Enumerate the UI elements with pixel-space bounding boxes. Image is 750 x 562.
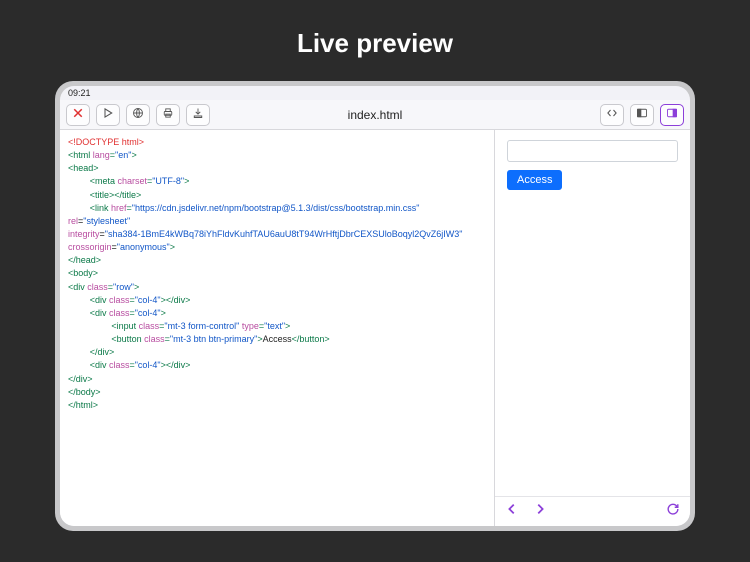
nav-forward-button[interactable] [533,502,547,521]
reload-icon [666,502,680,521]
code-editor[interactable]: <!DOCTYPE html> <html lang="en"> <head> … [60,130,494,526]
device-frame: 09:21 index.html [55,81,695,531]
code-line: <input class="mt-3 form-control" type="t… [111,321,290,331]
code-line: </html> [68,400,98,410]
code-line: <link href="https://cdn.jsdelivr.net/npm… [68,203,463,252]
nav-reload-button[interactable] [666,502,680,521]
globe-icon [132,107,144,122]
statusbar: 09:21 [60,86,690,100]
code-line: <head> [68,163,99,173]
close-button[interactable] [66,104,90,126]
code-icon [606,107,618,122]
download-button[interactable] [186,104,210,126]
split-left-button[interactable] [630,104,654,126]
code-line: <html lang="en"> [68,150,137,160]
panel-right-icon [666,107,678,122]
code-line: <!DOCTYPE html> [68,137,144,147]
filename-label: index.html [348,108,403,122]
preview-body: Access [495,130,690,496]
app-screen: 09:21 index.html [60,86,690,526]
code-line: </head> [68,255,101,265]
preview-pane: Access [495,130,690,526]
code-line: <body> [68,268,98,278]
panel-left-icon [636,107,648,122]
preview-text-input[interactable] [507,140,678,162]
code-line: <title></title> [90,190,142,200]
code-line: <div class="col-4"> [90,308,166,318]
code-line: <div class="col-4"></div> [90,360,191,370]
nav-back-button[interactable] [505,502,519,521]
play-icon [102,107,114,122]
code-line: </div> [90,347,115,357]
code-line: <button class="mt-3 btn btn-primary">Acc… [111,334,329,344]
split-view: <!DOCTYPE html> <html lang="en"> <head> … [60,130,690,526]
split-right-button[interactable] [660,104,684,126]
code-line: <div class="col-4"></div> [90,295,191,305]
code-line: </body> [68,387,101,397]
close-icon [72,107,84,122]
code-line: </div> [68,374,93,384]
preview-access-button[interactable]: Access [507,170,562,190]
preview-nav [495,496,690,526]
run-button[interactable] [96,104,120,126]
browser-button[interactable] [126,104,150,126]
code-line: <meta charset="UTF-8"> [90,176,190,186]
toolbar: index.html [60,100,690,130]
code-line: <div class="row"> [68,282,139,292]
chevron-left-icon [505,502,519,521]
chevron-right-icon [533,502,547,521]
printer-icon [162,107,174,122]
page-title: Live preview [297,28,453,59]
download-icon [192,107,204,122]
print-button[interactable] [156,104,180,126]
code-view-button[interactable] [600,104,624,126]
status-time: 09:21 [68,88,91,98]
